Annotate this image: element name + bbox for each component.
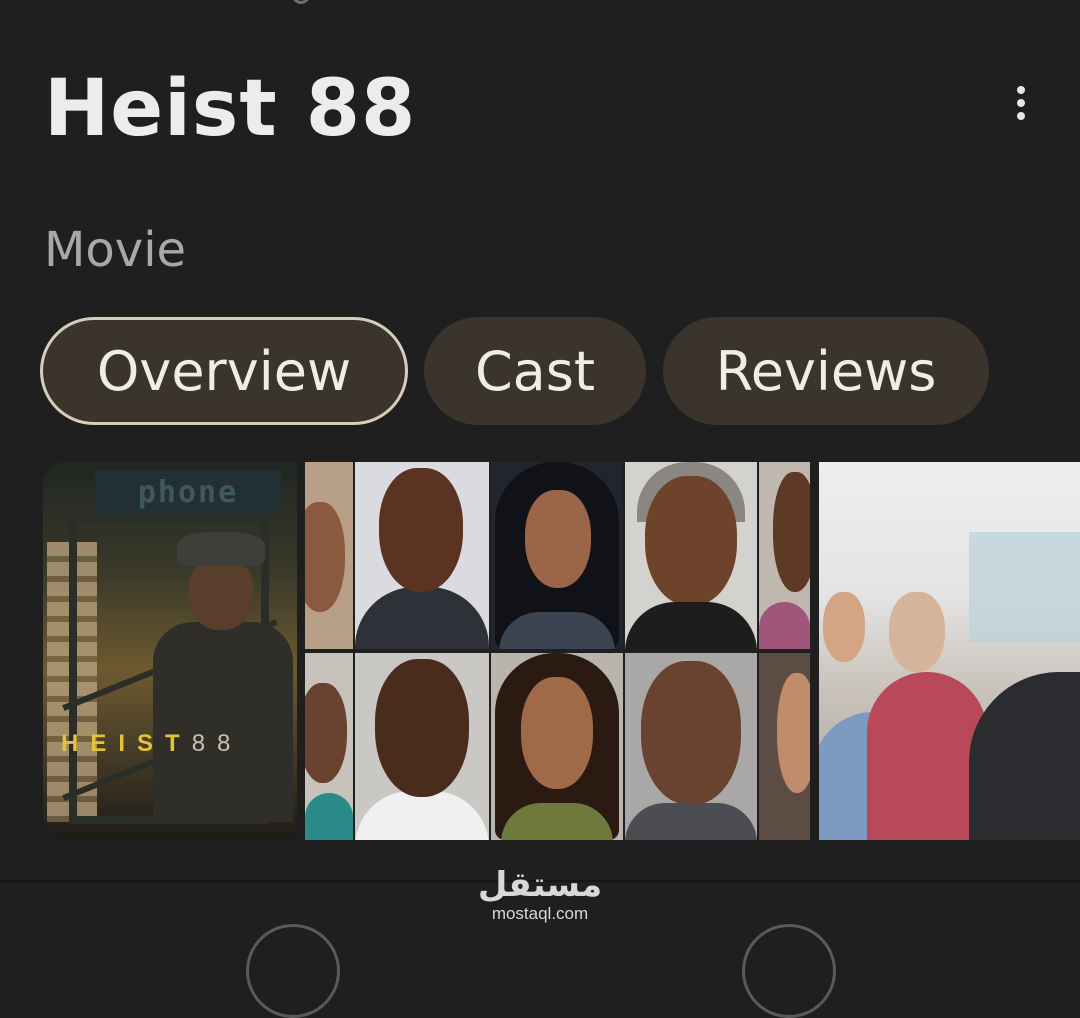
cast-shoulders: [355, 791, 489, 840]
cast-face: [521, 677, 593, 789]
scene-photo[interactable]: [819, 462, 1080, 840]
poster-title: HEIST88: [61, 730, 242, 758]
more-vert-icon[interactable]: [1006, 84, 1036, 124]
media-carousel[interactable]: phone HEIST88: [43, 462, 1080, 840]
cast-shoulders: [355, 587, 489, 649]
cast-photo: [625, 653, 757, 840]
page-title: Heist 88: [44, 64, 417, 154]
watermark-logo: مستقل mostaql.com: [470, 868, 610, 924]
cast-photo: [759, 653, 810, 840]
cast-face: [375, 659, 469, 797]
poster-figure: [153, 622, 293, 822]
scene-suit-figure: [969, 672, 1080, 840]
watermark-arabic: مستقل: [477, 865, 603, 905]
cast-face: [641, 661, 741, 805]
cast-photo: [759, 462, 810, 649]
cast-face: [773, 472, 810, 592]
bottom-action-button[interactable]: [246, 924, 340, 1018]
cast-photo: [305, 653, 353, 840]
poster-figure-hat: [177, 532, 265, 566]
watermark-latin: mostaql.com: [491, 904, 589, 923]
scene-person: [823, 592, 865, 662]
cast-photo: [355, 462, 489, 649]
tab-cast[interactable]: Cast: [424, 317, 646, 425]
tab-overview[interactable]: Overview: [40, 317, 408, 425]
scene-window: [969, 532, 1080, 642]
cast-face: [379, 468, 463, 592]
cast-photo: [491, 462, 623, 649]
cast-face: [305, 502, 345, 612]
cast-face: [305, 683, 347, 783]
status-icon-fragment: [292, 0, 310, 4]
content-type-label: Movie: [44, 222, 187, 278]
cast-shoulders: [759, 602, 810, 649]
cast-photo: [491, 653, 623, 840]
cast-photo: [625, 462, 757, 649]
cast-face: [645, 476, 737, 606]
cast-photo: [305, 462, 353, 649]
poster-title-suffix: 88: [191, 730, 243, 757]
tab-reviews[interactable]: Reviews: [663, 317, 989, 425]
cast-shoulders: [305, 793, 353, 840]
poster-figure-head: [189, 558, 253, 630]
poster-title-highlight: HEIST: [61, 730, 192, 757]
cast-shoulders: [625, 803, 757, 840]
cast-face: [777, 673, 810, 793]
cast-face: [525, 490, 591, 588]
phone-sign: phone: [95, 470, 281, 514]
scene-person: [889, 592, 945, 672]
cast-shoulders: [625, 602, 757, 649]
bottom-action-button[interactable]: [742, 924, 836, 1018]
cast-photo: [355, 653, 489, 840]
movie-poster[interactable]: phone HEIST88: [43, 462, 297, 840]
cast-collage[interactable]: [305, 462, 810, 840]
